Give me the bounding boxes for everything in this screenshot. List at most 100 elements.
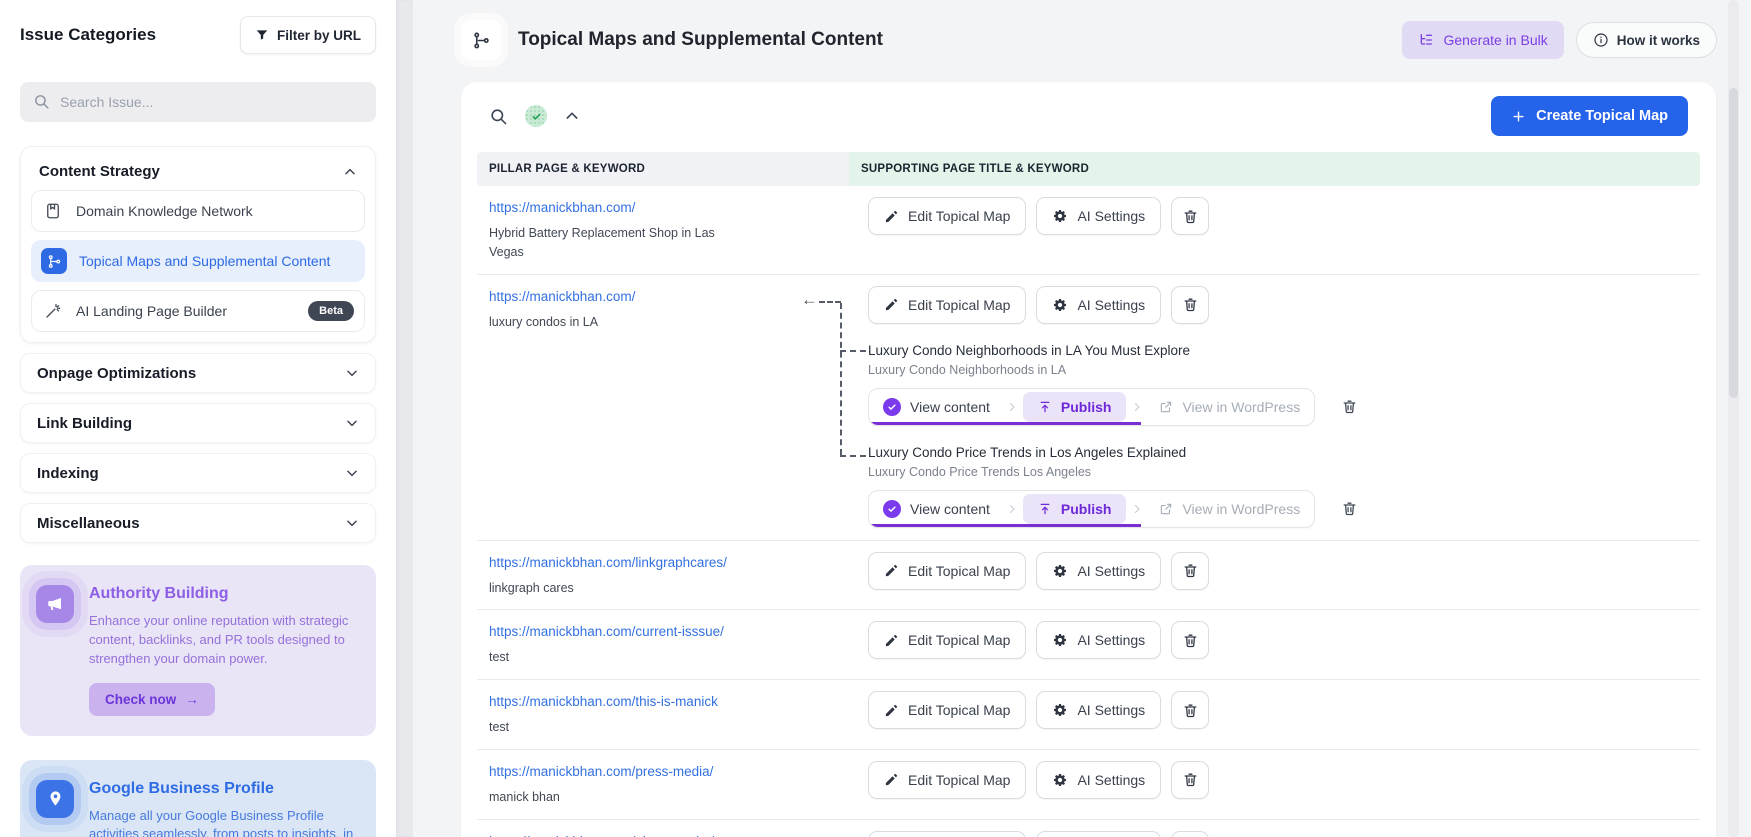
chevron-down-icon bbox=[345, 516, 359, 530]
view-in-wordpress-step[interactable]: View in WordPress bbox=[1145, 389, 1314, 425]
chevron-right-icon bbox=[1006, 503, 1018, 515]
pillar-url-link[interactable]: https://manickbhan.com/this-is-manick bbox=[489, 694, 718, 709]
pencil-icon bbox=[884, 297, 899, 312]
content-strategy-header[interactable]: Content Strategy bbox=[31, 157, 365, 182]
page-scrollbar[interactable] bbox=[1728, 0, 1739, 837]
sidebar-section-indexing[interactable]: Indexing bbox=[20, 453, 376, 493]
filter-by-url-button[interactable]: Filter by URL bbox=[240, 16, 376, 54]
sidebar-item-ai-landing-page-builder[interactable]: AI Landing Page Builder Beta bbox=[31, 290, 365, 332]
edit-topical-map-button[interactable]: Edit Topical Map bbox=[868, 831, 1026, 837]
pillar-url-link[interactable]: https://manickbhan.com/photography/ bbox=[489, 834, 714, 837]
connection-status-icon[interactable] bbox=[525, 105, 547, 127]
view-content-step[interactable]: View content bbox=[869, 389, 1004, 425]
ai-settings-button[interactable]: AI Settings bbox=[1036, 197, 1161, 235]
pillar-keyword: Hybrid Battery Replacement Shop in Las V… bbox=[489, 224, 749, 262]
filter-by-url-label: Filter by URL bbox=[277, 28, 361, 43]
delete-row-button[interactable] bbox=[1171, 621, 1209, 659]
search-issue-input[interactable] bbox=[20, 82, 376, 122]
edit-topical-map-button[interactable]: Edit Topical Map bbox=[868, 197, 1026, 235]
ai-settings-label: AI Settings bbox=[1077, 297, 1145, 313]
pillar-keyword: test bbox=[489, 648, 749, 667]
edit-label: Edit Topical Map bbox=[908, 702, 1010, 718]
edit-topical-map-button[interactable]: Edit Topical Map bbox=[868, 552, 1026, 590]
check-circle-icon bbox=[883, 500, 901, 518]
edit-topical-map-button[interactable]: Edit Topical Map bbox=[868, 761, 1026, 799]
sidebar-section-link-building[interactable]: Link Building bbox=[20, 403, 376, 443]
ai-settings-button[interactable]: AI Settings bbox=[1036, 761, 1161, 799]
view-in-wordpress-step[interactable]: View in WordPress bbox=[1145, 491, 1314, 527]
ai-settings-label: AI Settings bbox=[1077, 772, 1145, 788]
edit-topical-map-button[interactable]: Edit Topical Map bbox=[868, 691, 1026, 729]
scrollbar-thumb[interactable] bbox=[1729, 88, 1738, 398]
check-now-button[interactable]: Check now → bbox=[89, 683, 215, 716]
ai-settings-button[interactable]: AI Settings bbox=[1036, 552, 1161, 590]
collapse-list-button[interactable] bbox=[564, 108, 580, 124]
pencil-icon bbox=[884, 633, 899, 648]
delete-row-button[interactable] bbox=[1171, 761, 1209, 799]
view-content-label: View content bbox=[910, 399, 990, 415]
table-search-button[interactable] bbox=[489, 107, 508, 126]
trash-icon bbox=[1182, 296, 1199, 313]
ai-settings-button[interactable]: AI Settings bbox=[1036, 286, 1161, 324]
table-row: https://manickbhan.com/linkgraphcares/ l… bbox=[477, 541, 1700, 611]
gear-icon bbox=[1052, 297, 1068, 313]
delete-supporting-page-button[interactable] bbox=[1341, 500, 1358, 517]
magic-wand-icon bbox=[42, 302, 64, 320]
sidebar-item-label: AI Landing Page Builder bbox=[76, 303, 227, 319]
pillar-url-link[interactable]: https://manickbhan.com/current-isssue/ bbox=[489, 624, 724, 639]
pillar-url-link[interactable]: https://manickbhan.com/linkgraphcares/ bbox=[489, 555, 727, 570]
ai-settings-button[interactable]: AI Settings bbox=[1036, 621, 1161, 659]
table-header: PILLAR PAGE & KEYWORD SUPPORTING PAGE TI… bbox=[477, 152, 1700, 186]
edit-topical-map-button[interactable]: Edit Topical Map bbox=[868, 621, 1026, 659]
how-it-works-button[interactable]: How it works bbox=[1576, 22, 1717, 58]
pillar-url-link[interactable]: https://manickbhan.com/press-media/ bbox=[489, 764, 713, 779]
sidebar-item-topical-maps[interactable]: Topical Maps and Supplemental Content bbox=[31, 240, 365, 282]
authority-building-promo: Authority Building Enhance your online r… bbox=[20, 565, 376, 736]
gear-icon bbox=[1052, 632, 1068, 648]
delete-row-button[interactable] bbox=[1171, 831, 1209, 837]
pillar-url-link[interactable]: https://manickbhan.com/ bbox=[489, 200, 635, 215]
collapse-branch-arrow-icon[interactable]: ← bbox=[801, 290, 818, 310]
delete-supporting-page-button[interactable] bbox=[1341, 398, 1358, 415]
sidebar-item-domain-knowledge-network[interactable]: Domain Knowledge Network bbox=[31, 190, 365, 232]
delete-row-button[interactable] bbox=[1171, 197, 1209, 235]
upload-icon bbox=[1038, 400, 1052, 414]
sidebar-section-onpage-optimizations[interactable]: Onpage Optimizations bbox=[20, 353, 376, 393]
funnel-icon bbox=[255, 28, 269, 42]
delete-row-button[interactable] bbox=[1171, 286, 1209, 324]
ai-settings-button[interactable]: AI Settings bbox=[1036, 691, 1161, 729]
promo-text: Enhance your online reputation with stra… bbox=[89, 612, 360, 669]
delete-row-button[interactable] bbox=[1171, 552, 1209, 590]
section-label: Onpage Optimizations bbox=[37, 365, 196, 382]
pencil-icon bbox=[884, 703, 899, 718]
table-row: https://manickbhan.com/ Hybrid Battery R… bbox=[477, 186, 1700, 275]
pencil-icon bbox=[884, 563, 899, 578]
edit-label: Edit Topical Map bbox=[908, 772, 1010, 788]
book-icon bbox=[42, 202, 64, 220]
chevron-up-icon bbox=[343, 165, 357, 179]
view-content-step[interactable]: View content bbox=[869, 491, 1004, 527]
beta-badge: Beta bbox=[308, 301, 354, 321]
trash-icon bbox=[1182, 702, 1199, 719]
chevron-down-icon bbox=[345, 366, 359, 380]
promo-title: Google Business Profile bbox=[89, 780, 360, 798]
topical-maps-card: Create Topical Map PILLAR PAGE & KEYWORD… bbox=[461, 82, 1716, 837]
publish-step[interactable]: Publish bbox=[1023, 494, 1127, 524]
external-link-icon bbox=[1159, 502, 1173, 516]
plus-icon bbox=[1511, 109, 1526, 124]
table-row: https://manickbhan.com/current-isssue/ t… bbox=[477, 610, 1700, 680]
create-topical-map-button[interactable]: Create Topical Map bbox=[1491, 96, 1688, 136]
generate-in-bulk-button[interactable]: Generate in Bulk bbox=[1402, 21, 1563, 59]
sidebar-section-miscellaneous[interactable]: Miscellaneous bbox=[20, 503, 376, 543]
trash-icon bbox=[1182, 208, 1199, 225]
trash-icon bbox=[1182, 771, 1199, 788]
publish-step[interactable]: Publish bbox=[1023, 392, 1127, 422]
edit-label: Edit Topical Map bbox=[908, 297, 1010, 313]
check-circle-icon bbox=[883, 398, 901, 416]
pillar-url-link[interactable]: https://manickbhan.com/ bbox=[489, 289, 635, 304]
external-link-icon bbox=[1159, 400, 1173, 414]
edit-topical-map-button[interactable]: Edit Topical Map bbox=[868, 286, 1026, 324]
delete-row-button[interactable] bbox=[1171, 691, 1209, 729]
ai-settings-button[interactable]: AI Settings bbox=[1036, 831, 1161, 837]
pillar-keyword: linkgraph cares bbox=[489, 579, 749, 598]
